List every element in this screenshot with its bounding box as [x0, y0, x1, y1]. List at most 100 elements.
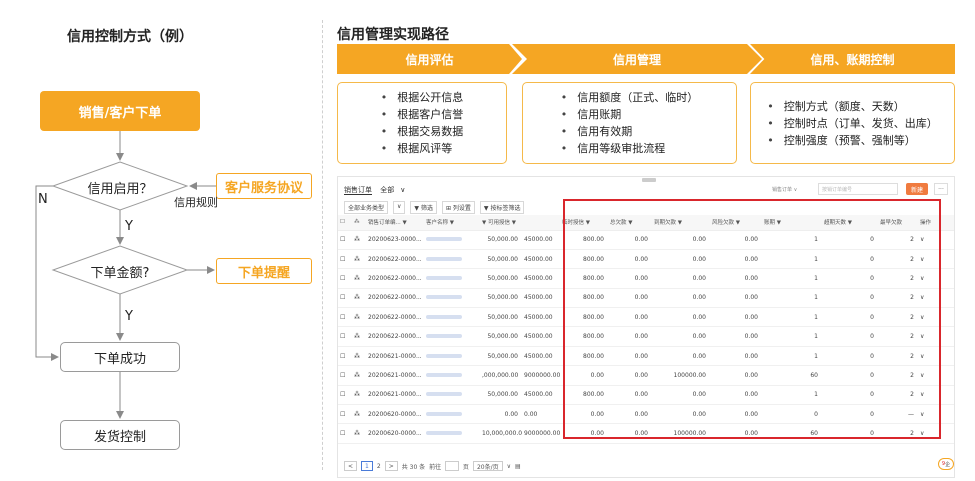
tag-filter-button[interactable]: ▼ 按标签筛选	[479, 201, 525, 214]
tree-icon: ⁂	[352, 346, 366, 367]
flowchart-connectors	[35, 131, 216, 419]
search-input[interactable]: 按销订单编号	[818, 183, 898, 195]
order-number-cell[interactable]: 20200622-0000...	[366, 249, 424, 270]
customer-name-cell	[424, 404, 480, 425]
page-2-button[interactable]: 2	[377, 463, 381, 470]
order-number-cell[interactable]: 20200621-0000...	[366, 365, 424, 386]
redacted-customer-bar	[426, 431, 462, 436]
stage-item: 信用额度（正式、临时）	[561, 89, 698, 106]
redacted-customer-bar	[426, 411, 462, 416]
column-settings-label: 列设置	[452, 205, 471, 212]
prev-page-button[interactable]: <	[344, 461, 358, 471]
order-number-cell[interactable]: 20200622-0000...	[366, 326, 424, 347]
available-credit-cell: 10,000,000.00	[480, 423, 522, 444]
column-header[interactable]	[522, 215, 560, 231]
drag-handle-icon[interactable]	[642, 178, 656, 182]
stage-chevron-control: 信用、账期控制	[750, 44, 955, 74]
start-node: 销售/客户下单	[40, 91, 200, 131]
type-chevron-icon[interactable]: ∨	[393, 201, 406, 214]
all-dropdown[interactable]: 全部	[380, 186, 394, 194]
select-all-checkbox[interactable]: ☐	[338, 215, 352, 231]
per-page-chevron-icon[interactable]: ∨	[507, 463, 511, 470]
tree-icon: ⁂	[352, 249, 366, 270]
stage-item: 信用有效期	[561, 123, 699, 140]
credit-balance-cell: 45000.00	[522, 326, 560, 347]
column-header[interactable]: 客户名称 ▼	[424, 215, 480, 231]
page-1-button[interactable]: 1	[361, 461, 373, 471]
badge-text: 企	[945, 461, 951, 468]
order-number-cell[interactable]: 20200620-0000...	[366, 423, 424, 444]
customer-name-cell	[424, 346, 480, 367]
tag-filter-label: 按标签筛选	[490, 205, 521, 212]
available-credit-cell: ,000,000.00	[480, 365, 522, 386]
customer-name-cell	[424, 365, 480, 386]
total-count: 共 30 条	[401, 463, 426, 471]
goto-page-input[interactable]	[445, 461, 459, 471]
stage-chevron-manage: 信用管理	[512, 44, 762, 74]
available-credit-cell: 50,000.00	[480, 249, 522, 270]
credit-balance-cell: 9000000.00	[522, 365, 560, 386]
row-checkbox[interactable]: ☐	[338, 307, 352, 328]
customer-name-cell	[424, 423, 480, 444]
redacted-customer-bar	[426, 314, 462, 319]
tab-sales-order[interactable]: 销售订单	[344, 186, 372, 195]
redacted-customer-bar	[426, 237, 462, 242]
order-number-cell[interactable]: 20200621-0000...	[366, 346, 424, 367]
notification-badge[interactable]: 9企	[938, 458, 954, 470]
redacted-customer-bar	[426, 392, 462, 397]
redacted-customer-bar	[426, 275, 462, 280]
row-checkbox[interactable]: ☐	[338, 385, 352, 406]
available-credit-cell: 50,000.00	[480, 307, 522, 328]
column-settings-button[interactable]: ⊞ 列设置	[441, 201, 475, 214]
redacted-customer-bar	[426, 353, 462, 358]
stage-item: 信用等级审批流程	[561, 140, 699, 157]
row-checkbox[interactable]: ☐	[338, 404, 352, 425]
goto-label: 前往	[429, 463, 442, 471]
stage-box-manage: 信用额度（正式、临时） 信用账期 信用有效期 信用等级审批流程	[522, 82, 737, 164]
order-type-select[interactable]: 销售订单 ∨	[772, 186, 797, 193]
row-checkbox[interactable]: ☐	[338, 346, 352, 367]
customer-name-cell	[424, 385, 480, 406]
per-page-select[interactable]: 20条/页	[472, 461, 503, 471]
business-type-select[interactable]: 全部业务类型	[344, 201, 389, 214]
stage-box-evaluate: 根据公开信息 根据客户信誉 根据交易数据 根据风评等	[337, 82, 507, 164]
filter-label: 筛选	[420, 205, 433, 212]
next-page-button[interactable]: >	[384, 461, 398, 471]
credit-balance-cell: 9000000.00	[522, 423, 560, 444]
ship-control-node: 发货控制	[60, 420, 180, 450]
customer-name-cell	[424, 268, 480, 289]
redacted-customer-bar	[426, 256, 462, 261]
stage-item: 根据交易数据	[381, 123, 463, 140]
stage-item: 根据公开信息	[381, 89, 463, 106]
row-checkbox[interactable]: ☐	[338, 423, 352, 444]
order-number-cell[interactable]: 20200621-0000...	[366, 385, 424, 406]
redacted-customer-bar	[426, 295, 462, 300]
panel-divider	[322, 20, 323, 470]
pagination: < 1 2 > 共 30 条 前往 页 20条/页 ∨ ▤	[344, 461, 521, 471]
new-button[interactable]: 新建	[906, 183, 928, 195]
row-checkbox[interactable]: ☐	[338, 365, 352, 386]
order-number-cell[interactable]: 20200622-0000...	[366, 268, 424, 289]
stage-chevron-evaluate: 信用评估	[337, 44, 522, 74]
row-checkbox[interactable]: ☐	[338, 230, 352, 250]
order-success-node: 下单成功	[60, 342, 180, 372]
order-number-cell[interactable]: 20200622-0000...	[366, 288, 424, 309]
credit-balance-cell: 45000.00	[522, 268, 560, 289]
column-header[interactable]: 销售订单编... ▼	[366, 215, 424, 231]
more-button[interactable]: ···	[934, 183, 948, 195]
row-checkbox[interactable]: ☐	[338, 249, 352, 270]
row-checkbox[interactable]: ☐	[338, 326, 352, 347]
tree-icon: ⁂	[352, 326, 366, 347]
available-credit-cell: 0.00	[480, 404, 522, 425]
row-checkbox[interactable]: ☐	[338, 268, 352, 289]
order-number-cell[interactable]: 20200620-0000...	[366, 404, 424, 425]
decision2-label: 下单金额?	[90, 266, 150, 281]
row-checkbox[interactable]: ☐	[338, 288, 352, 309]
column-header[interactable]: ▼ 可用授信 ▼	[480, 215, 522, 231]
menu-icon[interactable]: ▤	[515, 463, 521, 470]
credit-balance-cell: 45000.00	[522, 230, 560, 250]
order-number-cell[interactable]: 20200623-0000...	[366, 230, 424, 250]
credit-balance-cell: 45000.00	[522, 307, 560, 328]
filter-button[interactable]: ▼ 筛选	[410, 201, 437, 214]
order-number-cell[interactable]: 20200622-0000...	[366, 307, 424, 328]
